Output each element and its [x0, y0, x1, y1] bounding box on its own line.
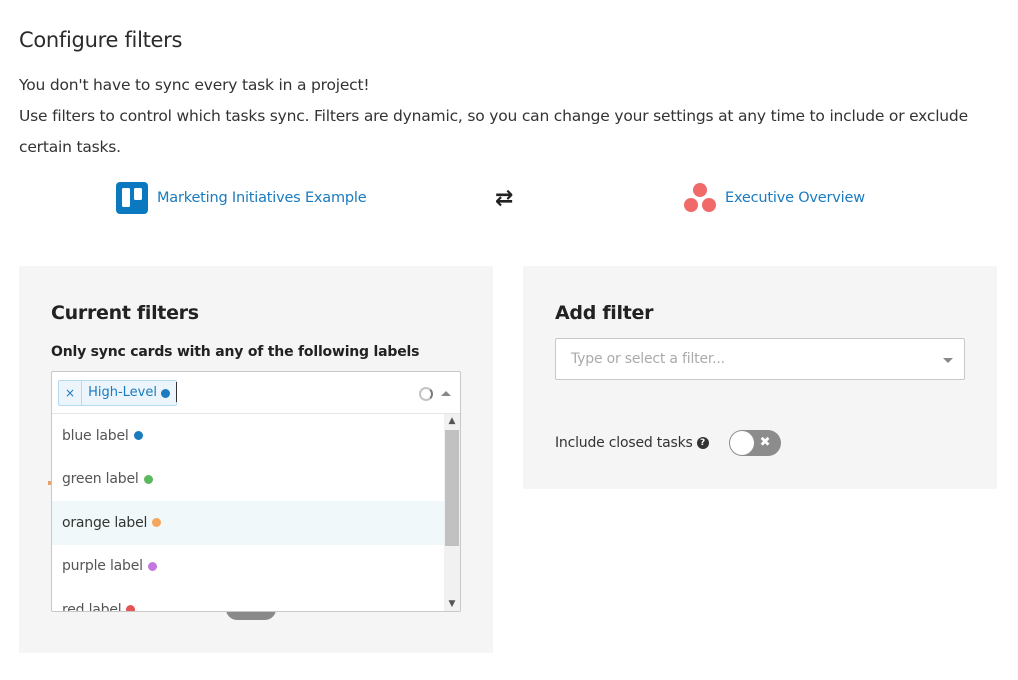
label-select-control[interactable]: × High-Level [52, 372, 460, 414]
toggle-off-x-icon: ✖ [759, 435, 771, 450]
trello-icon [116, 182, 148, 214]
label-color-dot-icon [126, 605, 136, 611]
asana-project-link[interactable]: Executive Overview [683, 182, 865, 214]
label-option[interactable]: blue label [52, 414, 444, 458]
help-icon[interactable]: ? [696, 437, 709, 449]
intro-line-2: Use filters to control which tasks sync.… [19, 107, 968, 156]
label-color-dot-icon [152, 518, 162, 528]
trello-project-name: Marketing Initiatives Example [157, 190, 367, 206]
include-closed-label: Include closed tasks [555, 435, 693, 451]
label-option[interactable]: red label [52, 588, 444, 611]
scroll-up-arrow-icon[interactable]: ▲ [444, 414, 460, 428]
option-label: green label [62, 471, 139, 488]
label-options-menu: blue label green label orange label purp… [52, 414, 444, 611]
option-label: blue label [62, 427, 129, 444]
option-label: orange label [62, 514, 148, 531]
page-title: Configure filters [19, 28, 183, 52]
chevron-down-icon[interactable] [943, 358, 953, 363]
selected-label-tag: × High-Level [58, 380, 177, 406]
add-filter-select[interactable]: Type or select a filter... [555, 338, 965, 380]
label-color-dot-icon [147, 561, 157, 571]
toggle-knob [729, 431, 754, 455]
trello-project-link[interactable]: Marketing Initiatives Example [116, 182, 367, 214]
selected-tag-label: High-Level [88, 385, 157, 400]
swap-arrows-icon: ⇄ [495, 186, 514, 211]
include-closed-toggle[interactable]: ✖ [728, 430, 781, 456]
include-closed-row: Include closed tasks ? ✖ [555, 430, 781, 456]
options-scrollbar[interactable]: ▲ ▼ [444, 414, 460, 611]
intro-line-1: You don't have to sync every task in a p… [19, 76, 370, 94]
scrollbar-thumb[interactable] [445, 430, 459, 546]
remove-tag-button[interactable]: × [59, 381, 83, 405]
label-color-dot-icon [160, 388, 170, 398]
add-filter-title: Add filter [555, 302, 654, 324]
label-multi-select[interactable]: × High-Level blue label green label oran… [51, 371, 461, 612]
project-pair: Marketing Initiatives Example ⇄ Executiv… [0, 180, 1018, 220]
add-filter-placeholder: Type or select a filter... [571, 351, 725, 367]
asana-project-name: Executive Overview [725, 190, 865, 206]
current-filters-title: Current filters [51, 302, 199, 324]
scroll-down-arrow-icon[interactable]: ▼ [444, 597, 460, 611]
label-color-dot-icon [143, 474, 153, 484]
option-label: red label [62, 601, 122, 611]
label-color-dot-icon [133, 431, 143, 441]
label-filter-description: Only sync cards with any of the followin… [51, 344, 420, 360]
intro-text: You don't have to sync every task in a p… [19, 70, 999, 163]
text-cursor [176, 382, 177, 402]
label-option-focused[interactable]: orange label [52, 501, 444, 545]
chevron-up-icon[interactable] [441, 391, 451, 396]
option-label: purple label [62, 558, 143, 575]
label-option[interactable]: green label [52, 458, 444, 502]
loading-spinner-icon [419, 387, 433, 401]
label-option[interactable]: purple label [52, 545, 444, 589]
asana-icon [683, 182, 717, 214]
